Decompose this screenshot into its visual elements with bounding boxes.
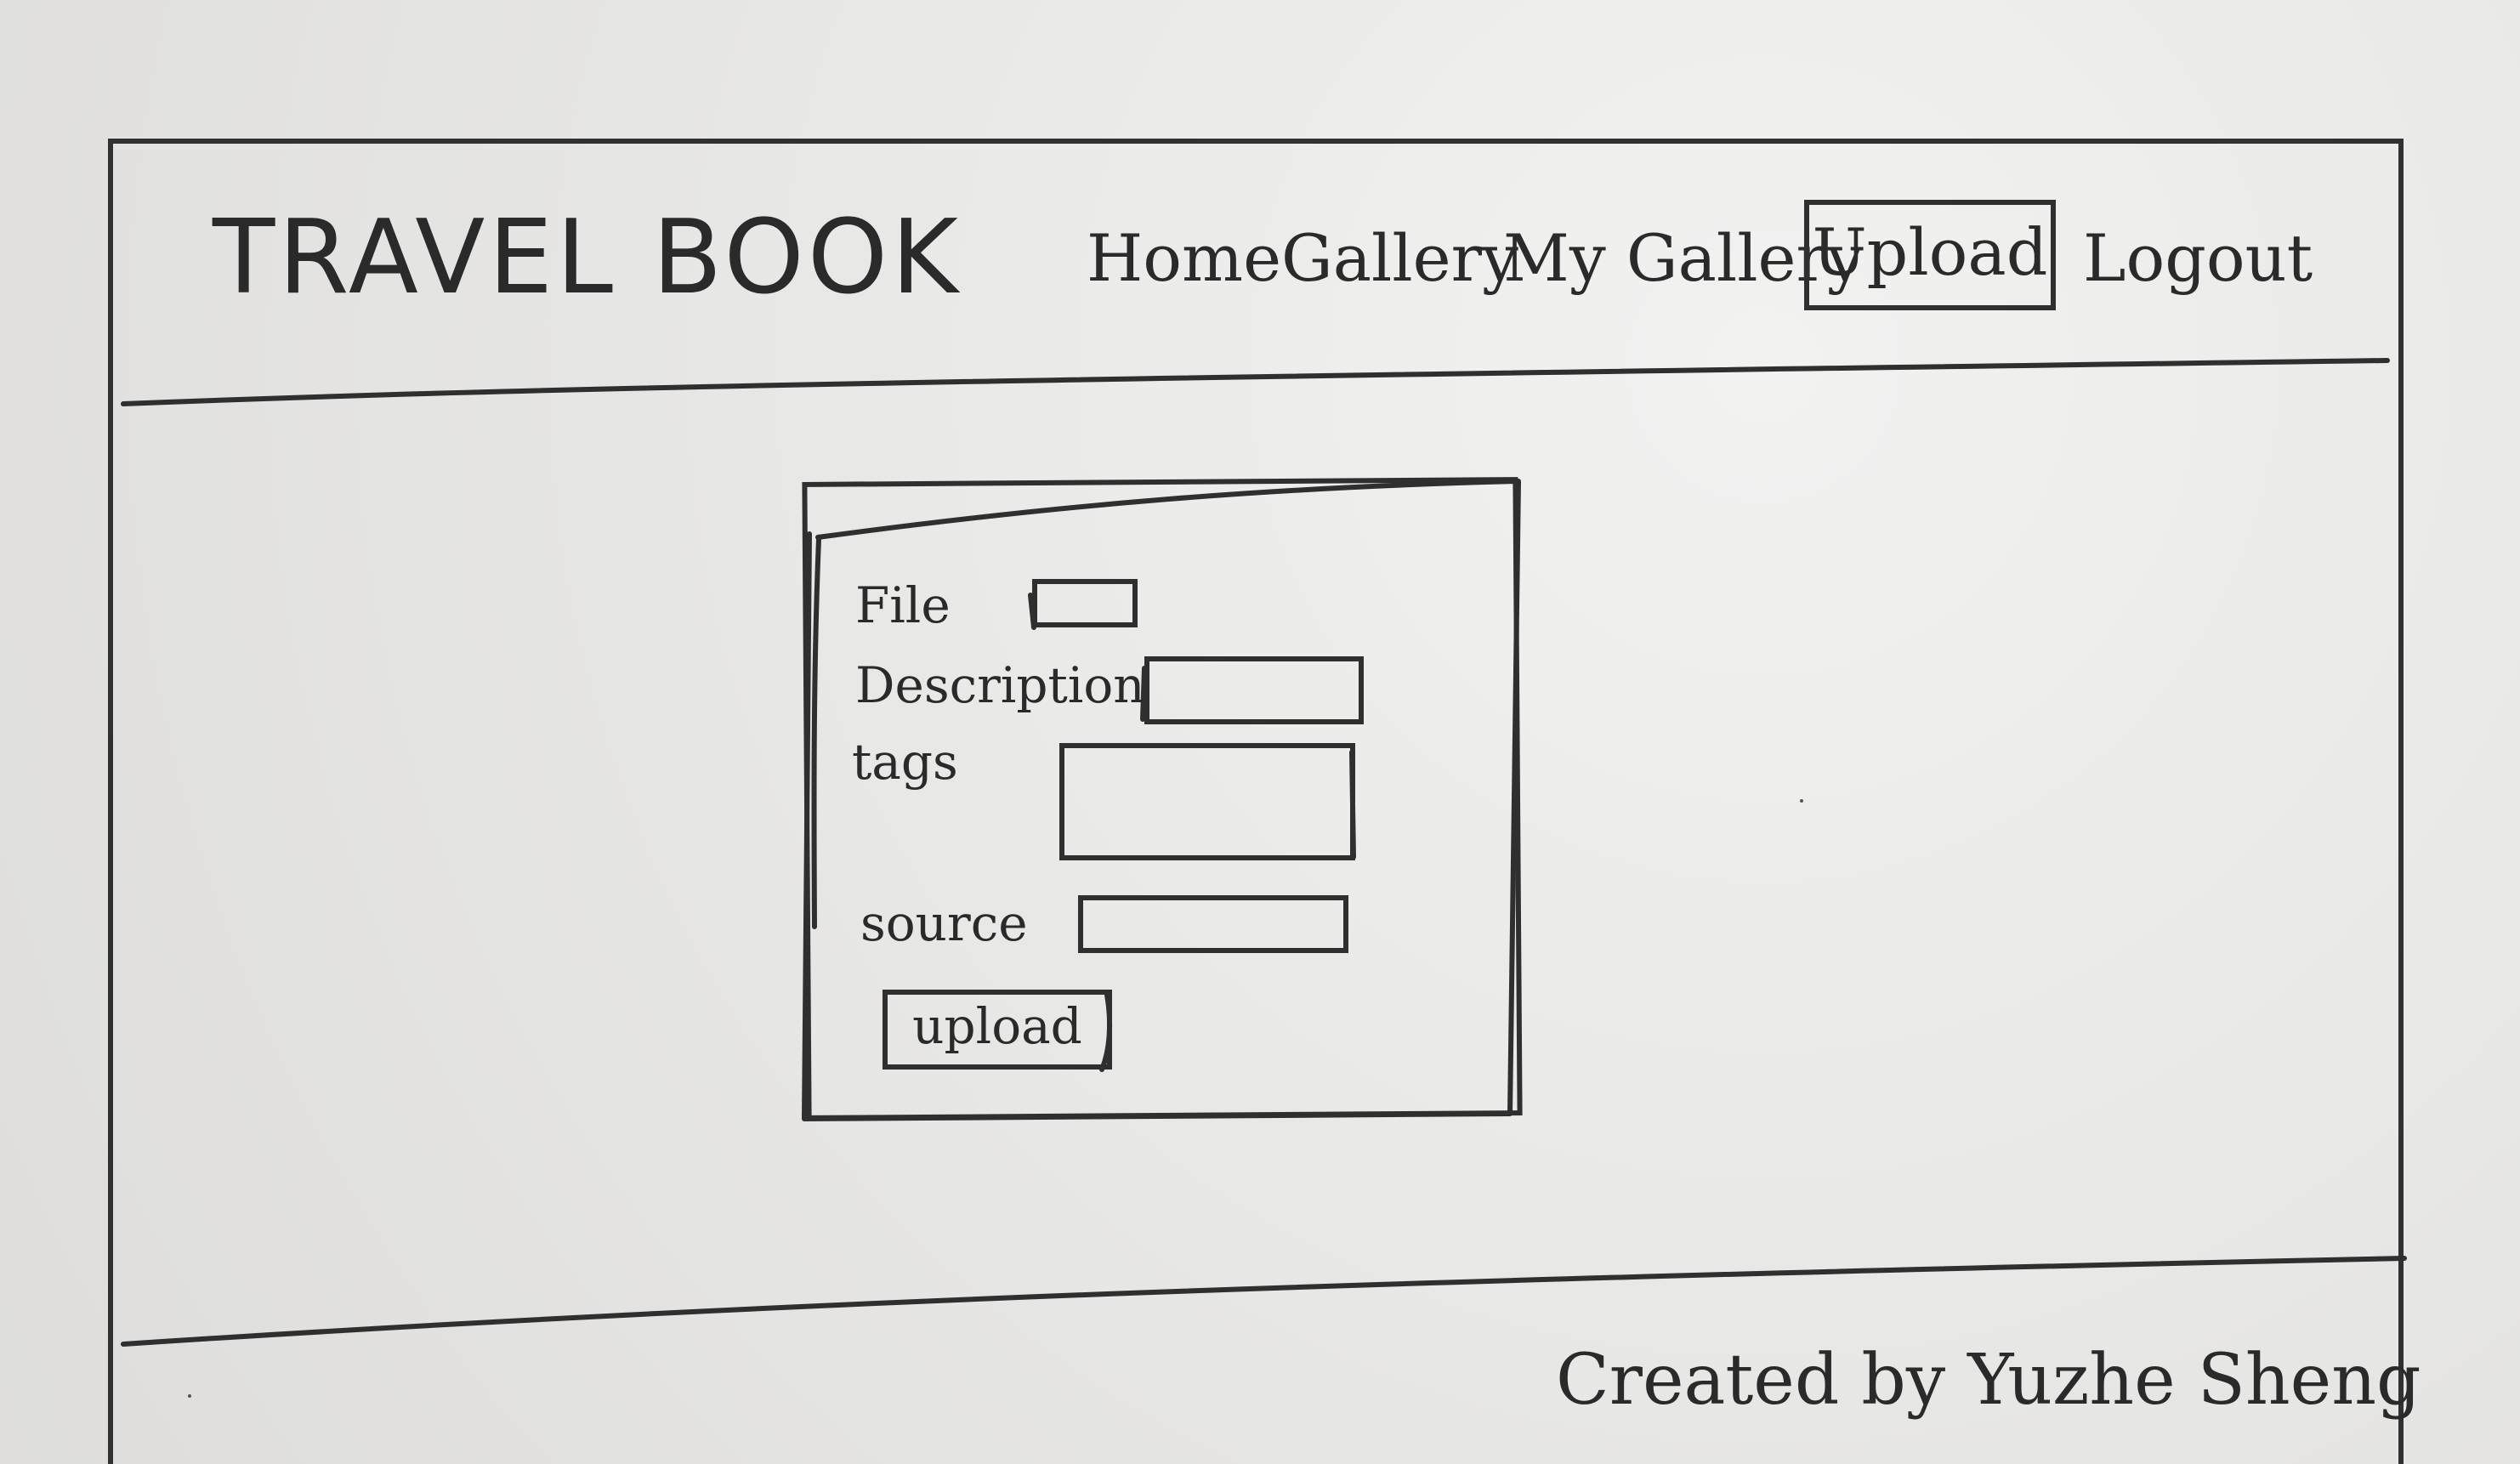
brand-title: TRAVEL BOOK xyxy=(213,199,962,317)
tags-label: tags xyxy=(852,733,958,791)
footer-credit: Created by Yuzhe Sheng xyxy=(1556,1340,2421,1421)
source-input[interactable] xyxy=(1078,895,1348,953)
file-input[interactable] xyxy=(1032,579,1138,627)
nav-home-link[interactable]: Home xyxy=(1087,226,1281,291)
nav-logout-link[interactable]: Logout xyxy=(2083,226,2313,291)
nav-upload-link[interactable]: Upload xyxy=(1804,200,2056,310)
description-input[interactable] xyxy=(1144,656,1364,724)
paper-speck xyxy=(1800,799,1803,803)
tags-textarea[interactable] xyxy=(1059,743,1355,860)
description-label: Description xyxy=(855,656,1145,714)
source-label: source xyxy=(860,894,1028,952)
nav-gallery-link[interactable]: Gallery xyxy=(1281,226,1518,291)
paper-speck xyxy=(188,1394,191,1398)
file-label: File xyxy=(855,576,951,634)
upload-submit-button[interactable]: upload xyxy=(883,990,1112,1070)
